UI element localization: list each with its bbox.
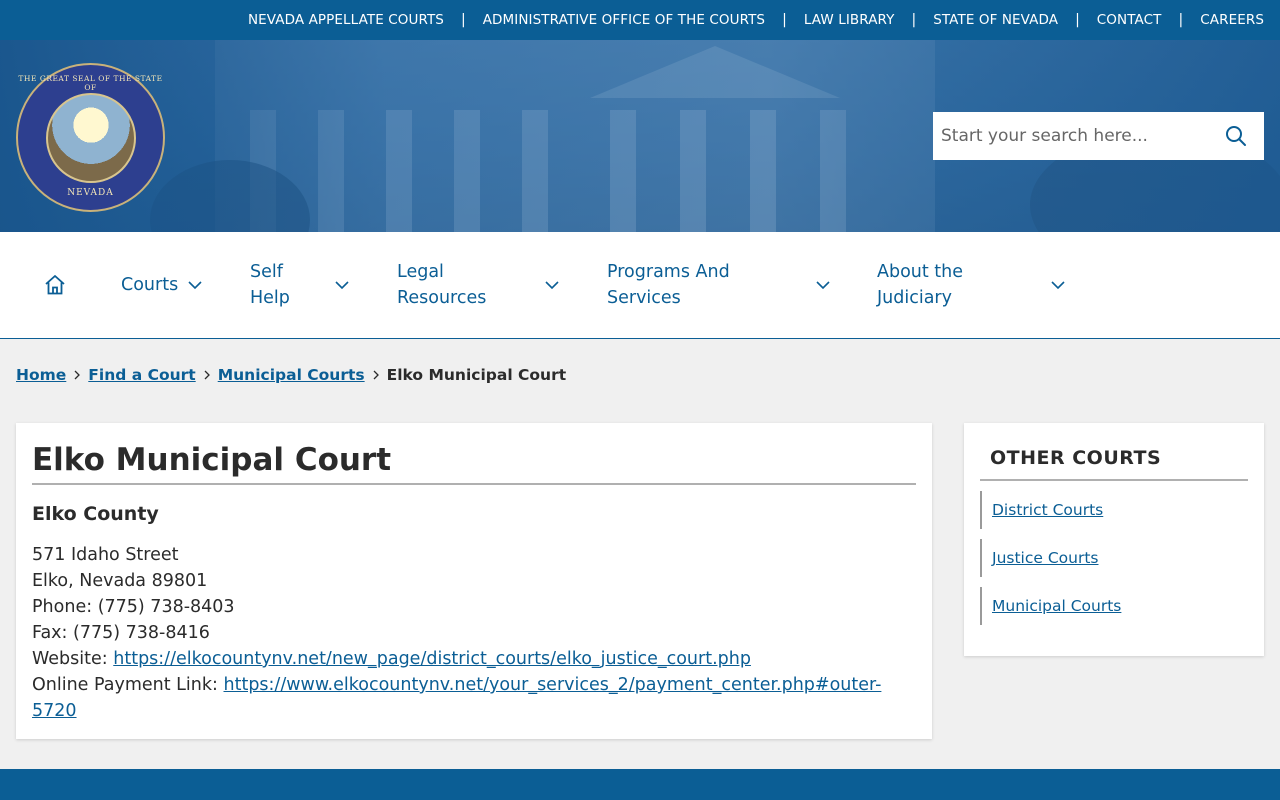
nav-about-the-judiciary[interactable]: About the Judiciary — [877, 232, 963, 338]
other-courts-sidebar: OTHER COURTS District Courts Justice Cou… — [964, 423, 1264, 656]
chevron-down-icon[interactable] — [545, 278, 559, 292]
topbar-link-law-library[interactable]: LAW LIBRARY — [804, 12, 895, 28]
nav-legal-resources[interactable]: Legal Resources — [397, 232, 486, 338]
search-button[interactable] — [1208, 112, 1264, 160]
website-line: Website: https://elkocountynv.net/new_pa… — [32, 646, 916, 672]
phone-line: Phone: (775) 738-8403 — [32, 594, 916, 620]
list-item: Municipal Courts — [980, 587, 1248, 625]
seal-emblem — [45, 92, 136, 183]
utility-nav: NEVADA APPELLATE COURTS | ADMINISTRATIVE… — [0, 0, 1280, 40]
list-item: District Courts — [980, 491, 1248, 529]
search-input[interactable] — [933, 112, 1208, 160]
home-icon — [45, 275, 65, 295]
site-search — [933, 112, 1264, 160]
fax-value: (775) 738-8416 — [73, 623, 210, 643]
breadcrumb-current: Elko Municipal Court — [386, 366, 567, 384]
chevron-right-icon — [202, 370, 212, 380]
chevron-right-icon — [371, 370, 381, 380]
breadcrumb: Home Find a Court Municipal Courts Elko … — [16, 364, 566, 386]
chevron-right-icon — [72, 370, 82, 380]
breadcrumb-home[interactable]: Home — [16, 366, 66, 384]
nav-self-help[interactable]: Self Help — [250, 232, 290, 338]
fax-line: Fax: (775) 738-8416 — [32, 620, 916, 646]
nav-programs-line2: Services — [607, 288, 681, 308]
county-heading: Elko County — [32, 503, 159, 525]
seal-top-text: THE GREAT SEAL OF THE STATE OF — [18, 74, 163, 92]
nav-courts[interactable]: Courts — [121, 232, 178, 338]
other-courts-list: District Courts Justice Courts Municipal… — [980, 491, 1248, 625]
separator: | — [460, 12, 466, 28]
breadcrumb-find-a-court[interactable]: Find a Court — [88, 366, 195, 384]
search-icon — [1226, 126, 1246, 146]
breadcrumb-municipal-courts[interactable]: Municipal Courts — [218, 366, 365, 384]
chevron-down-icon[interactable] — [188, 278, 202, 292]
nav-legal-resources-line2: Resources — [397, 288, 487, 308]
nav-programs-and-services[interactable]: Programs And Services — [607, 232, 730, 338]
main-nav: Courts Self Help Legal Resources Program… — [0, 232, 1280, 339]
separator: | — [1075, 12, 1080, 28]
payment-link-continued[interactable]: 5720 — [32, 701, 77, 721]
sidebar-link-justice-courts[interactable]: Justice Courts — [992, 549, 1099, 567]
nevada-seal-logo[interactable]: THE GREAT SEAL OF THE STATE OF NEVADA — [16, 63, 165, 212]
separator: | — [782, 12, 787, 28]
sidebar-title: OTHER COURTS — [980, 447, 1248, 481]
phone-label: Phone: — [32, 597, 93, 617]
nav-about-line2: Judiciary — [877, 288, 952, 308]
fax-label: Fax: — [32, 623, 68, 643]
website-label: Website: — [32, 649, 108, 669]
sidebar-link-district-courts[interactable]: District Courts — [992, 501, 1103, 519]
payment-line: Online Payment Link: https://www.elkocou… — [32, 672, 916, 724]
court-details-card: Elko Municipal Court Elko County 571 Ida… — [16, 423, 932, 739]
chevron-down-icon[interactable] — [335, 278, 349, 292]
nav-courts-label: Courts — [121, 275, 179, 295]
chevron-down-icon[interactable] — [1051, 278, 1065, 292]
nav-self-help-line1: Self — [250, 262, 283, 282]
nav-self-help-line2: Help — [250, 288, 290, 308]
seal-bottom-text: NEVADA — [67, 188, 114, 198]
court-contact-info: 571 Idaho Street Elko, Nevada 89801 Phon… — [32, 542, 916, 724]
chevron-down-icon[interactable] — [816, 278, 830, 292]
separator: | — [1178, 12, 1184, 28]
separator: | — [911, 12, 917, 28]
header-banner: THE GREAT SEAL OF THE STATE OF NEVADA — [0, 40, 1280, 232]
nav-about-line1: About the — [877, 262, 964, 282]
list-item: Justice Courts — [980, 539, 1248, 577]
nav-home[interactable] — [43, 232, 67, 338]
phone-value: (775) 738-8403 — [97, 597, 235, 617]
address-city: Elko, Nevada 89801 — [32, 571, 208, 591]
payment-label: Online Payment Link: — [32, 675, 218, 695]
payment-link[interactable]: https://www.elkocountynv.net/your_servic… — [224, 675, 882, 695]
topbar-link-administrative-office[interactable]: ADMINISTRATIVE OFFICE OF THE COURTS — [483, 12, 765, 28]
page-footer — [0, 769, 1280, 800]
topbar-link-contact[interactable]: CONTACT — [1097, 12, 1162, 28]
topbar-link-careers[interactable]: CAREERS — [1200, 12, 1264, 28]
nav-programs-line1: Programs And — [607, 262, 730, 282]
topbar-link-state-of-nevada[interactable]: STATE OF NEVADA — [933, 12, 1058, 28]
nav-legal-resources-line1: Legal — [397, 262, 444, 282]
website-link[interactable]: https://elkocountynv.net/new_page/distri… — [113, 649, 751, 669]
topbar-link-appellate-courts[interactable]: NEVADA APPELLATE COURTS — [248, 12, 444, 28]
address-street: 571 Idaho Street — [32, 545, 179, 565]
sidebar-link-municipal-courts[interactable]: Municipal Courts — [992, 597, 1121, 615]
page-title: Elko Municipal Court — [32, 441, 916, 485]
